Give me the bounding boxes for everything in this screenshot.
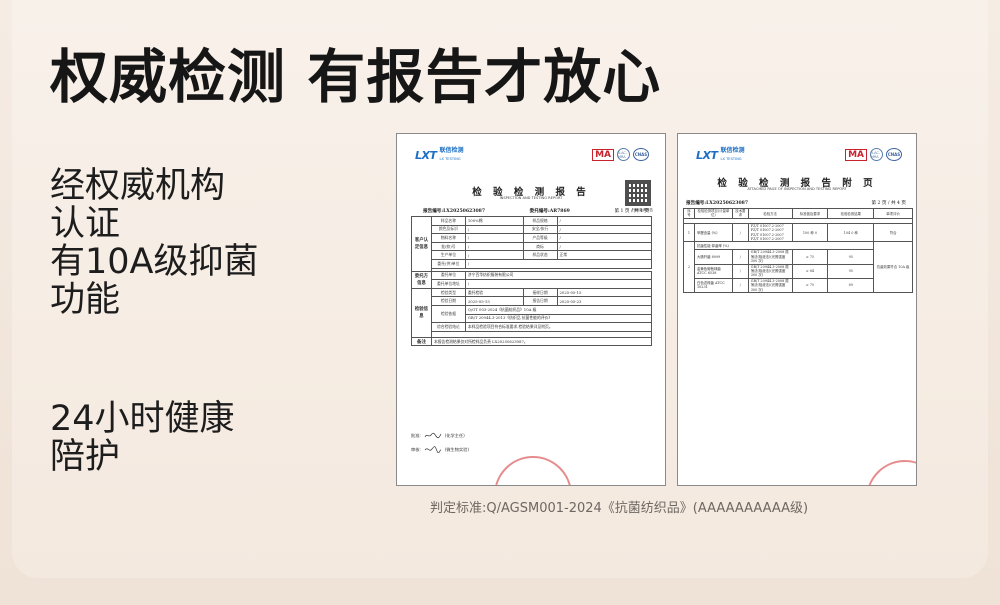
- cma-mark-icon: MA: [845, 148, 867, 161]
- report-subtitle: ATTACHED PAGE OF INSPECTION AND TESTING …: [747, 187, 847, 191]
- lab-name-en: LX TESTING: [439, 157, 461, 161]
- table-row: 检验日期 2025-05-15 报告日期 2025-05-23: [412, 296, 653, 306]
- feature-line: 认证: [50, 204, 121, 244]
- report-meta: 报告编号:LX20250623087 第 2 页 / 共 4 页: [686, 200, 906, 206]
- signature-icon: [424, 446, 442, 453]
- table-row: 检验信息 检验类型 委托检验 接样日期 2025-05-15: [411, 287, 653, 338]
- report-page-1: LXT 联信检测 LX TESTING MA ILAC-MRA CNAS 扫码查…: [396, 133, 666, 486]
- headline: 权威检测 有报告才放心: [50, 43, 662, 111]
- report-number: 报告编号:LX20250623087: [423, 209, 486, 214]
- group-label: 备注: [411, 336, 432, 347]
- table-row: 颜色及标识 / 安全/执行 /: [412, 224, 653, 235]
- page-number: 第 2 页 / 共 4 页: [871, 201, 906, 206]
- table-row: 生产单位 / 样品状态 正常: [412, 250, 653, 260]
- table-row: 综合检验结论 本样品检验项目符合标准要求,检验结果详见附页。: [412, 322, 653, 332]
- group-label: 客户认定信息: [411, 216, 432, 272]
- report-meta: 报告编号:LX20250623087 委托编号:AR7869 第 1 页 / 共…: [423, 208, 649, 214]
- table-row: 批(款)号 / 商标 /: [412, 241, 653, 252]
- feature-line: 24小时健康: [50, 399, 235, 439]
- report-number: 报告编号:LX20250623087: [686, 201, 749, 206]
- table-row: 备注 本报告检测结果仅对所检样品负责 LX20250623087。: [411, 336, 653, 347]
- cert-marks: MA ILAC-MRA CNAS: [845, 148, 902, 161]
- feature-authority: 经权威机构 认证 有10A级抑菌 功能: [50, 167, 258, 319]
- table-row: 委托方信息 委托单位 济宁百华纺织服装有限公司: [411, 270, 653, 289]
- standard-footnote: 判定标准:Q/AGSM001-2024《抗菌纺织品》(AAAAAAAAAA级): [430, 501, 809, 516]
- cnas-mark-icon: CNAS: [886, 148, 902, 161]
- cma-mark-icon: MA: [592, 148, 614, 161]
- official-seal-icon: [494, 456, 572, 485]
- table-row: 委托单位地址 /: [412, 279, 653, 289]
- lab-logo-mark: LXT: [696, 148, 718, 162]
- table-row: 检验依据 Q/GT 003-2024《抗菌纺织品》10A 级: [412, 304, 653, 324]
- lab-name-cn: 联信检测: [720, 147, 745, 154]
- page-number: 第 1 页 / 共 4 页: [614, 209, 649, 214]
- table-row: 委托(供)单位 /: [412, 258, 653, 269]
- lab-logo: LXT 联信检测 LX TESTING: [696, 148, 745, 162]
- lab-logo-mark: LXT: [415, 148, 437, 162]
- cert-marks: MA ILAC-MRA CNAS: [592, 148, 649, 161]
- table-row: 1 甲醛含量 (%) / FZ/T 01007.2-2007 FZ/T 0100…: [683, 222, 913, 243]
- report-table: 客户认定信息 样品名称 100%棉 样品规格 / 颜色及标识 / 安全/执行 /…: [411, 216, 653, 347]
- group-label: 委托方信息: [411, 270, 432, 289]
- feature-line: 功能: [50, 280, 121, 320]
- feature-24h: 24小时健康 陪护: [50, 400, 235, 476]
- official-seal-icon: [866, 460, 916, 485]
- reviewer-line: 审核: (微生物实验): [411, 446, 470, 453]
- ilac-mark-icon: ILAC-MRA: [870, 148, 883, 161]
- lab-logo: LXT 联信检测 LX TESTING: [415, 148, 464, 162]
- client-number: 委托编号:AR7869: [529, 209, 570, 214]
- approver-line: 批准: (化学主任): [411, 432, 465, 439]
- table-row: 2 抗菌性能-抑菌率 (%) 抗菌效果符合 10A 级: [683, 241, 913, 294]
- feature-line: 陪护: [50, 437, 121, 477]
- feature-line: 经权威机构: [50, 166, 226, 206]
- report-page-2: LXT 联信检测 LX TESTING MA ILAC-MRA CNAS 检 验…: [677, 133, 917, 486]
- results-table: 序号 检验检测项目(计量单位) 技术要求 检验方法 标准值及要求 检验检测结果 …: [683, 208, 913, 294]
- ilac-mark-icon: ILAC-MRA: [617, 148, 630, 161]
- cnas-mark-icon: CNAS: [633, 148, 649, 161]
- table-row: 物料名称 / 产品等级 /: [412, 233, 653, 243]
- feature-line: 有10A级抑菌: [50, 242, 259, 282]
- table-row: 客户认定信息 样品名称 100%棉 样品规格 /: [411, 216, 653, 272]
- table-header-row: 序号 检验检测项目(计量单位) 技术要求 检验方法 标准值及要求 检验检测结果 …: [683, 208, 913, 219]
- lab-name-cn: 联信检测: [439, 147, 464, 154]
- report-subtitle: INSPECTION AND TESTING REPORT: [499, 196, 563, 200]
- group-label: 检验信息: [411, 287, 432, 338]
- signature-icon: [424, 432, 442, 439]
- lab-name-en: LX TESTING: [720, 157, 742, 161]
